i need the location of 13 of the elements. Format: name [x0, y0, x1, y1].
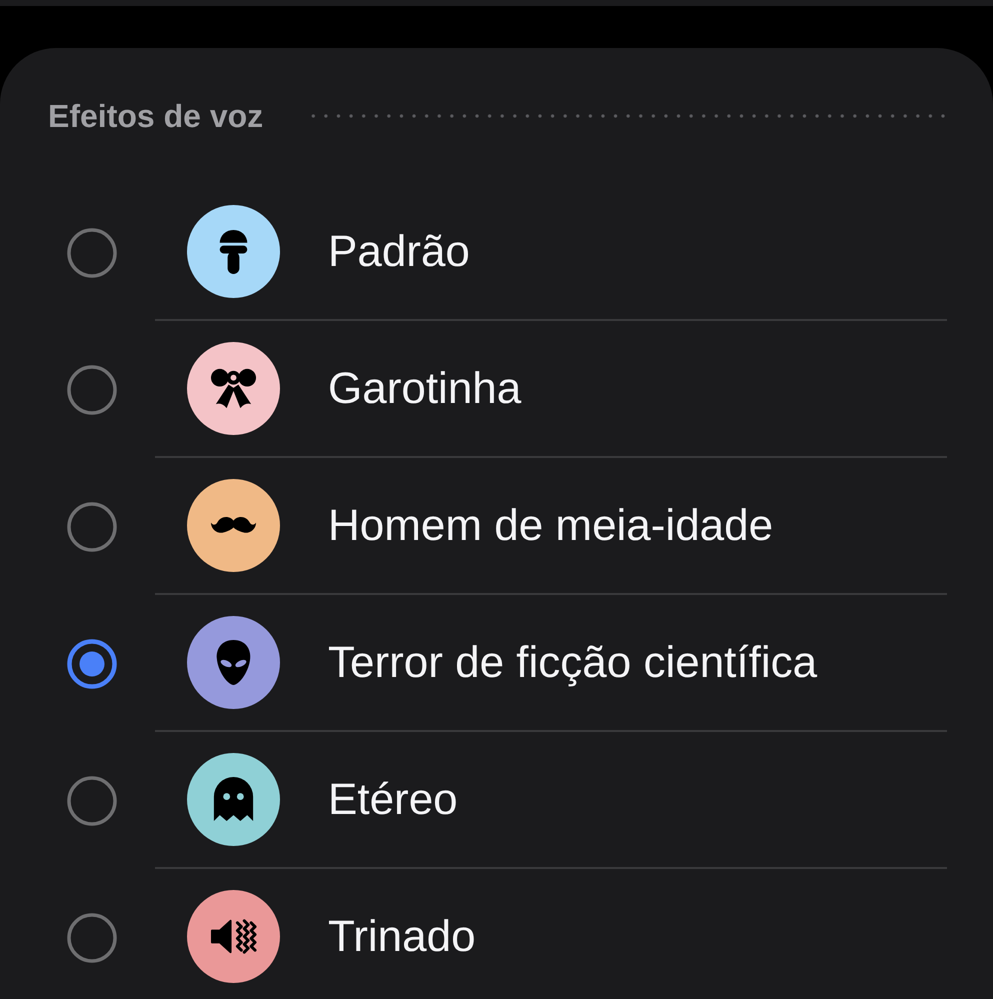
- effect-name[interactable]: Padrão: [328, 226, 470, 276]
- radio-button[interactable]: [67, 912, 117, 962]
- radio-button[interactable]: [67, 228, 117, 278]
- radio-button[interactable]: [67, 364, 117, 414]
- effect-name[interactable]: Etéreo: [328, 774, 458, 824]
- effect-name[interactable]: Garotinha: [328, 364, 522, 414]
- radio-button[interactable]: [67, 638, 117, 688]
- section-title: Efeitos de voz: [48, 98, 264, 134]
- radio-button[interactable]: [67, 502, 117, 552]
- effect-name[interactable]: Homem de meia-idade: [328, 500, 774, 550]
- radio-button[interactable]: [67, 776, 117, 826]
- effect-name[interactable]: Trinado: [328, 912, 476, 962]
- effect-name[interactable]: Terror de ficção científica: [328, 638, 818, 688]
